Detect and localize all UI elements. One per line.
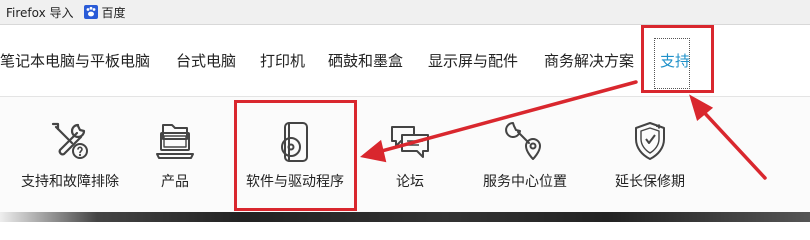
- submenu-item-label: 支持和故障排除: [21, 174, 119, 190]
- nav-item-displays[interactable]: 显示屏与配件: [428, 50, 518, 71]
- nav-item-desktops[interactable]: 台式电脑: [176, 50, 236, 71]
- annotation-box-support: [641, 25, 714, 93]
- submenu-item-products[interactable]: 产品: [130, 97, 220, 217]
- bookmark-label: 百度: [101, 5, 126, 20]
- submenu-item-label: 产品: [161, 174, 189, 190]
- submenu-item-label: 论坛: [396, 174, 424, 190]
- wrench-location-icon: [505, 122, 541, 160]
- submenu-item-label: 服务中心位置: [483, 174, 567, 190]
- submenu-item-forum[interactable]: 论坛: [365, 97, 455, 217]
- submenu-item-label: 延长保修期: [615, 174, 685, 190]
- bookmarks-toolbar: Firefox 导入 百度: [0, 0, 810, 25]
- nav-item-laptops[interactable]: 笔记本电脑与平板电脑: [0, 50, 150, 71]
- shield-check-icon: [635, 122, 665, 160]
- support-submenu: 支持和故障排除 产品 软件与驱动程序 论坛 服务中心位置 延长保修期: [0, 97, 810, 222]
- submenu-item-service-locations[interactable]: 服务中心位置: [470, 97, 580, 217]
- paw-icon: [83, 5, 98, 19]
- submenu-item-troubleshooting[interactable]: 支持和故障排除: [10, 97, 130, 217]
- tools-question-icon: [51, 122, 88, 159]
- nav-item-printers[interactable]: 打印机: [260, 50, 305, 71]
- submenu-item-extended-warranty[interactable]: 延长保修期: [590, 97, 710, 217]
- bookmark-firefox-import[interactable]: Firefox 导入: [6, 4, 74, 21]
- chat-bubbles-icon: [391, 126, 429, 158]
- annotation-box-software-drivers: [234, 100, 357, 211]
- nav-item-business[interactable]: 商务解决方案: [544, 50, 634, 71]
- folder-computer-icon: [156, 124, 194, 159]
- page-content-edge: [0, 212, 810, 222]
- nav-item-ink-toner[interactable]: 硒鼓和墨盒: [328, 50, 403, 71]
- bookmark-label: Firefox 导入: [6, 5, 74, 20]
- bookmark-baidu[interactable]: 百度: [83, 4, 126, 21]
